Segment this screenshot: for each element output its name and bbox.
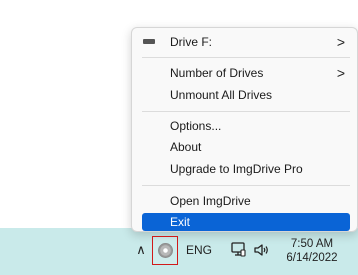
menu-separator xyxy=(142,111,350,112)
volume-icon-graphic xyxy=(254,244,268,256)
clock-time: 7:50 AM xyxy=(290,238,334,250)
menu-item-unmount-all[interactable]: Unmount All Drives xyxy=(142,86,350,104)
tray-context-menu: Drive F: > Number of Drives > Unmount Al… xyxy=(131,27,358,232)
menu-item-label: Options... xyxy=(170,119,222,133)
show-hidden-icons-button[interactable]: ∧ xyxy=(134,240,148,260)
menu-item-label: Number of Drives xyxy=(170,66,264,80)
volume-icon[interactable] xyxy=(253,241,271,259)
menu-item-label: Upgrade to ImgDrive Pro xyxy=(170,162,303,176)
network-icon-graphic xyxy=(231,242,246,257)
menu-item-options[interactable]: Options... xyxy=(142,117,350,135)
menu-item-drive[interactable]: Drive F: > xyxy=(142,33,350,51)
menu-item-label: Drive F: xyxy=(170,35,212,49)
submenu-chevron-icon: > xyxy=(336,34,345,50)
language-indicator[interactable]: ENG xyxy=(186,243,212,257)
menu-item-upgrade[interactable]: Upgrade to ImgDrive Pro xyxy=(142,160,350,178)
network-icon[interactable] xyxy=(229,241,247,259)
menu-item-label: Open ImgDrive xyxy=(170,194,251,208)
language-label: ENG xyxy=(186,243,213,257)
menu-item-label: Unmount All Drives xyxy=(170,88,273,102)
drive-icon xyxy=(143,39,155,44)
submenu-chevron-icon: > xyxy=(336,65,345,81)
chevron-up-icon: ∧ xyxy=(136,242,146,257)
system-clock[interactable]: 7:50 AM 6/14/2022 xyxy=(282,236,342,266)
imgdrive-tray-icon-button[interactable] xyxy=(152,236,178,265)
clock-date: 6/14/2022 xyxy=(286,252,338,264)
menu-separator xyxy=(142,57,350,58)
menu-item-exit[interactable]: Exit xyxy=(142,213,350,231)
menu-separator xyxy=(142,185,350,186)
menu-item-about[interactable]: About xyxy=(142,138,350,156)
menu-item-number-of-drives[interactable]: Number of Drives > xyxy=(142,64,350,82)
imgdrive-disc-icon xyxy=(157,243,173,258)
menu-item-label: Exit xyxy=(170,215,191,229)
menu-item-open-imgdrive[interactable]: Open ImgDrive xyxy=(142,192,350,210)
menu-item-label: About xyxy=(170,140,202,154)
